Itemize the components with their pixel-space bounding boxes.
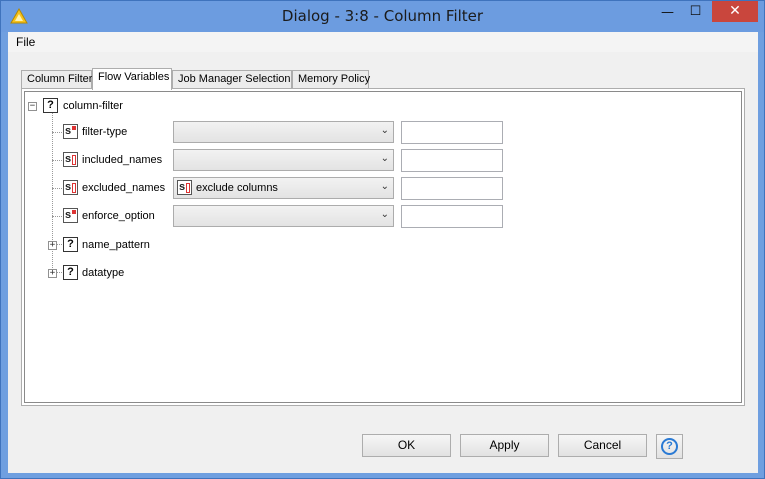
tree-node-label: column-filter [63, 100, 123, 112]
tree-node-label: name_pattern [82, 239, 150, 251]
expand-icon[interactable]: + [48, 241, 57, 250]
question-icon: ? [43, 98, 58, 113]
minimize-button[interactable]: — [654, 5, 681, 26]
apply-button[interactable]: Apply [460, 434, 549, 457]
tab-column-filter[interactable]: Column Filter [21, 70, 92, 89]
variable-name-field-enforce-option[interactable] [401, 205, 503, 228]
help-button[interactable]: ? [656, 434, 683, 459]
variable-label: included_names [82, 154, 163, 166]
variable-name-field-filter-type[interactable] [401, 121, 503, 144]
variable-tree: − ? column-filter s filter-type ⌄ s incl… [24, 91, 742, 403]
variable-select-included-names[interactable]: ⌄ [173, 149, 394, 171]
cancel-button[interactable]: Cancel [558, 434, 647, 457]
tab-strip: Column Filter Flow Variables Job Manager… [21, 68, 381, 90]
chevron-down-icon: ⌄ [380, 125, 389, 136]
help-icon: ? [661, 438, 678, 455]
variable-row-filter-type: s filter-type ⌄ [61, 121, 661, 144]
variable-select-filter-type[interactable]: ⌄ [173, 121, 394, 143]
menu-bar: File [8, 32, 758, 52]
tab-memory-policy[interactable]: Memory Policy [292, 70, 370, 89]
string-array-variable-icon: s [63, 180, 78, 195]
variable-row-included-names: s included_names ⌄ [61, 149, 661, 172]
tree-node-column-filter[interactable]: − ? column-filter [25, 96, 325, 116]
dialog-window: Dialog - 3:8 - Column Filter — ☐ ✕ File … [0, 0, 765, 479]
expand-icon[interactable]: + [48, 269, 57, 278]
collapse-icon[interactable]: − [28, 102, 37, 111]
chevron-down-icon: ⌄ [380, 209, 389, 220]
menu-file[interactable]: File [16, 35, 35, 49]
tree-node-name-pattern[interactable]: + ? name_pattern [25, 235, 325, 255]
string-array-variable-icon: s [63, 152, 78, 167]
variable-row-enforce-option: s enforce_option ⌄ [61, 205, 661, 228]
variable-label: excluded_names [82, 182, 166, 194]
variable-name-field-included-names[interactable] [401, 149, 503, 172]
dialog-body: File Column Filter Flow Variables Job Ma… [8, 32, 758, 473]
tree-node-label: datatype [82, 267, 125, 279]
string-variable-icon: s [63, 208, 78, 223]
question-icon: ? [63, 265, 78, 280]
variable-label: enforce_option [82, 210, 155, 222]
string-array-variable-icon: s [177, 180, 192, 195]
selected-variable: exclude columns [196, 182, 278, 194]
ok-button[interactable]: OK [362, 434, 451, 457]
window-title: Dialog - 3:8 - Column Filter [281, 7, 484, 25]
close-button[interactable]: ✕ [712, 1, 758, 22]
tab-job-manager-selection[interactable]: Job Manager Selection [172, 70, 292, 89]
tree-node-datatype[interactable]: + ? datatype [25, 263, 325, 283]
flow-variables-panel: − ? column-filter s filter-type ⌄ s incl… [21, 88, 745, 406]
maximize-button[interactable]: ☐ [682, 4, 709, 25]
variable-name-field-excluded-names[interactable] [401, 177, 503, 200]
variable-select-excluded-names[interactable]: s exclude columns ⌄ [173, 177, 394, 199]
title-bar[interactable]: Dialog - 3:8 - Column Filter — ☐ ✕ [1, 1, 764, 32]
variable-select-enforce-option[interactable]: ⌄ [173, 205, 394, 227]
chevron-down-icon: ⌄ [380, 153, 389, 164]
tab-flow-variables[interactable]: Flow Variables [92, 68, 172, 90]
variable-label: filter-type [82, 126, 128, 138]
chevron-down-icon: ⌄ [380, 181, 389, 192]
variable-row-excluded-names: s excluded_names s exclude columns ⌄ [61, 177, 661, 200]
string-variable-icon: s [63, 124, 78, 139]
question-icon: ? [63, 237, 78, 252]
